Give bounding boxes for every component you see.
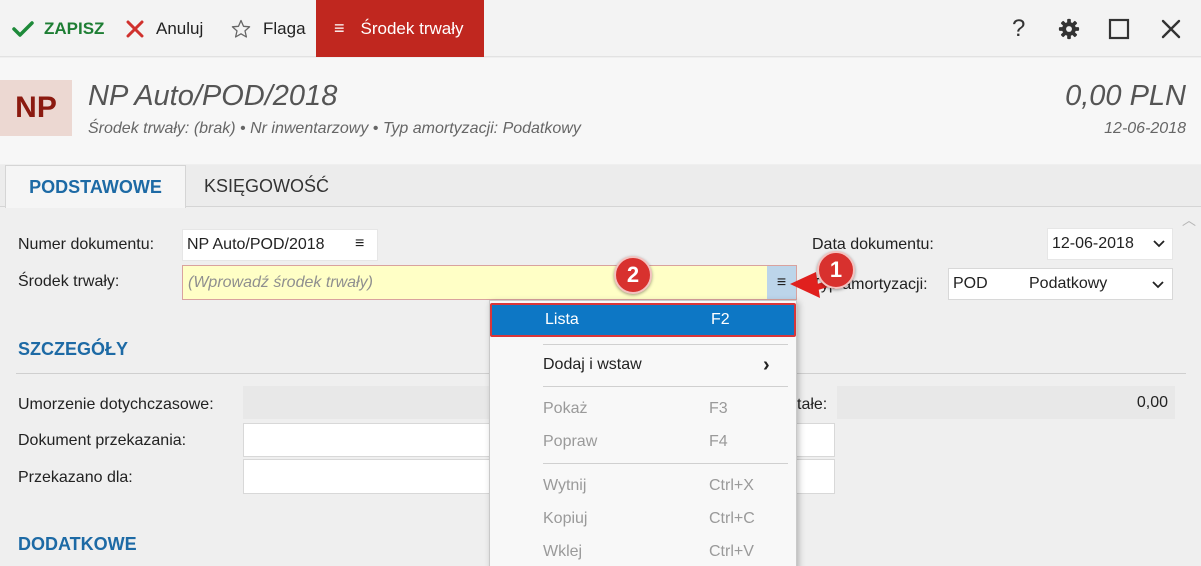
- menu-separator: [543, 344, 788, 345]
- menu-separator: [543, 463, 788, 464]
- menu-item-shortcut: Ctrl+X: [709, 477, 754, 494]
- asset-input[interactable]: (Wprowadź środek trwały) ≡: [182, 265, 797, 300]
- save-button[interactable]: ZAPISZ: [12, 0, 104, 57]
- help-button[interactable]: ?: [1012, 0, 1025, 57]
- close-icon: [1161, 19, 1181, 38]
- flag-label: Flaga: [263, 18, 306, 38]
- burger-icon[interactable]: ≡: [355, 235, 364, 253]
- right-field-2[interactable]: [797, 423, 835, 457]
- transferred-to-label: Przekazano dla:: [18, 469, 133, 486]
- tab-asset[interactable]: ≡ Środek trwały: [316, 0, 484, 57]
- menu-item-list[interactable]: Lista F2: [490, 303, 796, 337]
- document-badge: NP: [0, 80, 72, 136]
- cancel-label: Anuluj: [156, 18, 204, 38]
- menu-item-edit[interactable]: Popraw F4: [490, 425, 796, 459]
- amort-type-select[interactable]: POD Podatkowy: [948, 268, 1173, 300]
- tab-accounting[interactable]: KSIĘGOWOŚĆ: [204, 165, 329, 207]
- right-field-label: tałe:: [797, 396, 828, 413]
- details-section-title: SZCZEGÓŁY: [18, 339, 129, 359]
- toolbar: ZAPISZ Anuluj Flaga ≡ Środek trwały ?: [0, 0, 1201, 57]
- doc-number-field[interactable]: NP Auto/POD/2018 ≡: [182, 229, 378, 261]
- menu-item-shortcut: F3: [709, 400, 728, 417]
- help-icon: ?: [1012, 14, 1026, 42]
- doc-number-label: Numer dokumentu:: [18, 236, 155, 253]
- chevron-down-icon: [1153, 240, 1165, 248]
- menu-item-label: Pokaż: [543, 400, 588, 417]
- menu-item-shortcut: Ctrl+C: [709, 510, 755, 527]
- callout-2: 2: [614, 256, 652, 294]
- menu-item-show[interactable]: Pokaż F3: [490, 392, 796, 426]
- chevron-right-icon: ›: [763, 353, 770, 376]
- context-menu: Lista F2 Dodaj i wstaw › Pokaż F3 Popraw…: [489, 300, 797, 566]
- settings-button[interactable]: [1058, 0, 1080, 57]
- document-date: 12-06-2018: [1104, 120, 1186, 137]
- document-header: NP NP Auto/POD/2018 Środek trwały: (brak…: [0, 58, 1201, 164]
- burger-icon: ≡: [334, 18, 345, 38]
- menu-item-label: Kopiuj: [543, 510, 588, 527]
- chevron-up-icon[interactable]: ︿: [1182, 210, 1196, 230]
- asset-tab-label: Środek trwały: [360, 18, 464, 38]
- transferred-to-field[interactable]: [243, 459, 493, 494]
- document-amount: 0,00 PLN: [1065, 80, 1186, 112]
- right-value: 0,00: [1136, 393, 1168, 411]
- menu-item-paste[interactable]: Wklej Ctrl+V: [490, 535, 796, 566]
- chevron-down-icon: [1152, 281, 1164, 289]
- menu-item-label: Dodaj i wstaw: [543, 356, 642, 373]
- asset-label: Środek trwały:: [18, 273, 120, 290]
- doc-date-field[interactable]: 12-06-2018: [1047, 228, 1173, 260]
- menu-item-label: Wklej: [543, 543, 583, 560]
- right-value-field: 0,00: [837, 386, 1175, 419]
- document-subtitle: Środek trwały: (brak) • Nr inwentarzowy …: [88, 120, 581, 137]
- asset-placeholder: (Wprowadź środek trwały): [188, 273, 373, 291]
- menu-item-shortcut: F2: [711, 311, 730, 328]
- check-icon: [12, 20, 34, 37]
- doc-date-value: 12-06-2018: [1052, 235, 1134, 252]
- menu-item-copy[interactable]: Kopiuj Ctrl+C: [490, 502, 796, 536]
- amort-type-name: Podatkowy: [1029, 275, 1108, 292]
- transfer-doc-label: Dokument przekazania:: [18, 432, 187, 449]
- amort-type-code: POD: [953, 275, 988, 292]
- menu-item-add-insert[interactable]: Dodaj i wstaw ›: [490, 348, 796, 382]
- callout-1: 1: [817, 251, 855, 289]
- right-field-3[interactable]: [797, 459, 835, 494]
- menu-item-label: Wytnij: [543, 477, 587, 494]
- depreciation-label: Umorzenie dotychczasowe:: [18, 396, 214, 413]
- menu-item-shortcut: F4: [709, 433, 728, 450]
- save-label: ZAPISZ: [44, 18, 105, 38]
- depreciation-field: [243, 386, 493, 419]
- document-title: NP Auto/POD/2018: [88, 80, 338, 112]
- menu-separator: [543, 386, 788, 387]
- gear-icon: [1058, 18, 1080, 39]
- menu-item-shortcut: Ctrl+V: [709, 543, 754, 560]
- star-icon: [231, 19, 251, 38]
- maximize-icon: [1108, 18, 1130, 39]
- menu-item-cut[interactable]: Wytnij Ctrl+X: [490, 469, 796, 503]
- x-icon: [126, 20, 144, 37]
- menu-item-label: Popraw: [543, 433, 598, 450]
- cancel-button[interactable]: Anuluj: [126, 0, 203, 57]
- close-button[interactable]: [1160, 0, 1182, 57]
- flag-button[interactable]: Flaga: [231, 0, 306, 57]
- transfer-doc-field[interactable]: [243, 423, 493, 457]
- doc-number-value: NP Auto/POD/2018: [187, 236, 325, 253]
- tab-basic[interactable]: PODSTAWOWE: [5, 165, 186, 208]
- tab-bar: PODSTAWOWE KSIĘGOWOŚĆ: [0, 165, 1201, 208]
- menu-item-label: Lista: [545, 311, 579, 328]
- maximize-button[interactable]: [1108, 0, 1130, 57]
- additional-section-title: DODATKOWE: [18, 534, 137, 554]
